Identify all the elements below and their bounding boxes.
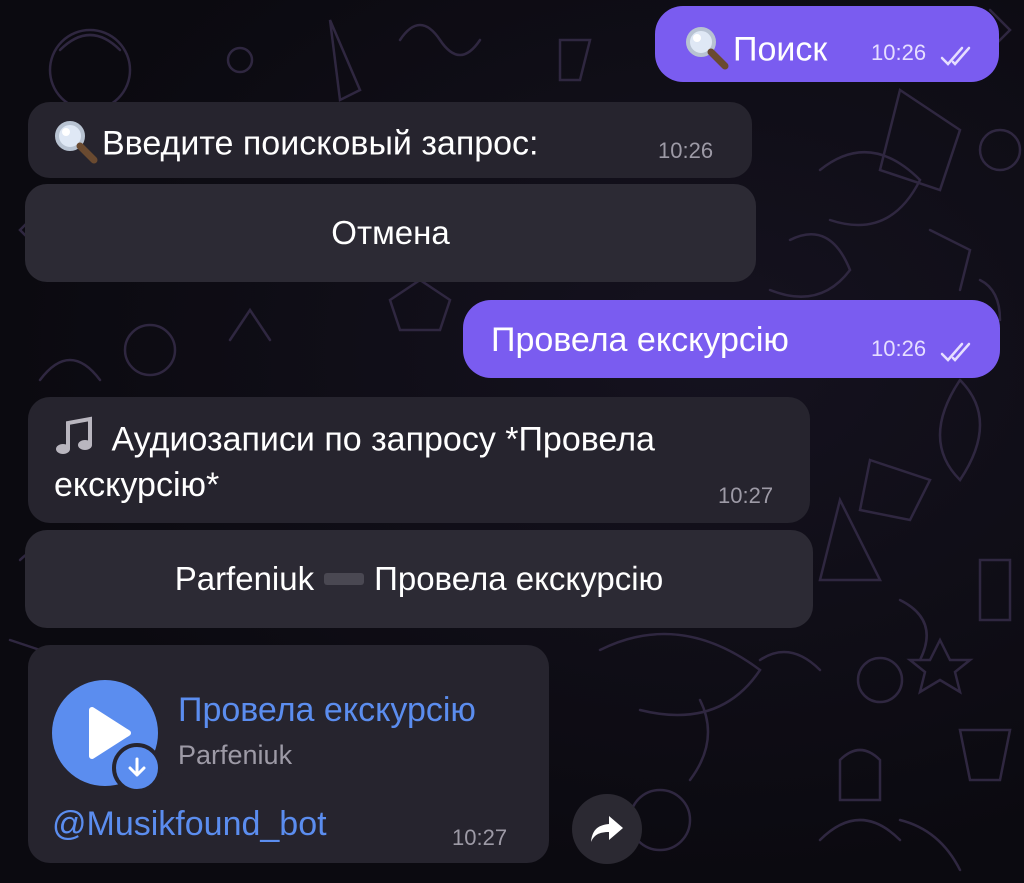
- incoming-message[interactable]: Аудиозаписи по запросу *Провела екскурсі…: [28, 397, 810, 523]
- share-arrow-icon: [591, 816, 623, 842]
- outgoing-message[interactable]: Провела екскурсію 10:26: [463, 300, 1000, 378]
- message-text: Поиск: [683, 24, 827, 79]
- audio-performer: Parfeniuk: [178, 740, 293, 770]
- search-icon: [52, 118, 98, 173]
- dash-separator: [324, 573, 365, 585]
- result-artist: Parfeniuk: [174, 560, 315, 597]
- read-checkmarks-icon: [940, 46, 971, 66]
- download-button[interactable]: [112, 743, 162, 793]
- message-label-line1: Аудиозаписи по запросу *Провела: [111, 420, 655, 459]
- chat-view[interactable]: Поиск 10:26 Введите поисковый запрос: 10…: [0, 0, 1024, 883]
- search-icon: [683, 24, 729, 79]
- cancel-button-label: Отмена: [331, 214, 450, 251]
- message-time: 10:26: [871, 40, 927, 65]
- read-checkmarks-icon: [940, 342, 971, 362]
- message-time: 10:27: [718, 483, 774, 508]
- message-text: Провела екскурсію: [491, 321, 789, 359]
- audio-title[interactable]: Провела екскурсію: [178, 691, 476, 730]
- message-label: Введите поисковый запрос:: [102, 124, 539, 163]
- search-result-button[interactable]: Parfeniuk Провела екскурсію: [25, 530, 813, 628]
- outgoing-message[interactable]: Поиск 10:26: [655, 6, 999, 82]
- message-text: Введите поисковый запрос:: [52, 118, 539, 173]
- message-time: 10:27: [452, 825, 508, 850]
- message-time: 10:26: [871, 336, 927, 361]
- incoming-message[interactable]: Введите поисковый запрос: 10:26: [28, 102, 752, 178]
- share-button[interactable]: [572, 794, 642, 864]
- message-time: 10:26: [658, 138, 714, 163]
- message-text-line1: Аудиозаписи по запросу *Провела: [54, 415, 655, 468]
- download-arrow-icon: [128, 757, 146, 777]
- cancel-button[interactable]: Отмена: [25, 184, 756, 282]
- message-label: Поиск: [733, 30, 828, 69]
- message-text-line2: екскурсію*: [54, 466, 220, 504]
- result-title: Провела екскурсію: [374, 560, 664, 597]
- via-bot-link[interactable]: @Musikfound_bot: [52, 805, 327, 844]
- audio-message[interactable]: Провела екскурсію Parfeniuk @Musikfound_…: [28, 645, 549, 863]
- musical-note-icon: [54, 415, 98, 468]
